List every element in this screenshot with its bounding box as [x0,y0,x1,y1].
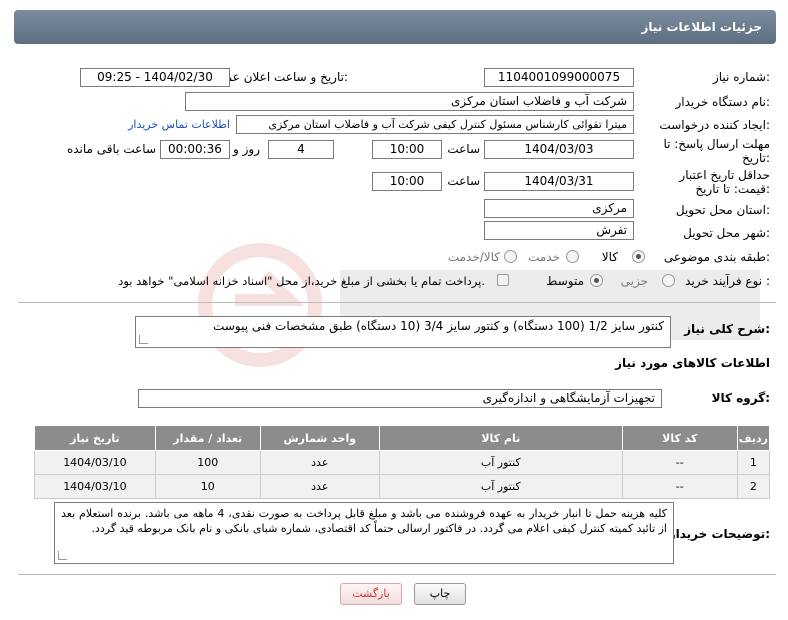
table-row: 2 -- کنتور آب عدد 10 1404/03/10 [34,474,771,499]
row-number: 1 [736,450,771,475]
reply-days-field: 4 [268,140,334,159]
section-divider [18,302,776,303]
category-label: طبقه بندی موضوعی: [663,250,770,264]
remaining-time-label: ساعت باقی مانده [66,142,156,156]
price-validity-label: حداقل تاریخ اعتبار قیمت: تا تاریخ: [679,168,770,196]
category-goods-radio[interactable] [632,250,645,263]
delivery-city-label: شهر محل تحویل: [683,226,770,240]
category-goods-label: کالا [601,250,618,264]
delivery-city-field: تفرش [484,221,634,240]
col-unit-header: واحد شمارش [259,425,380,451]
goods-group-label: گروه کالا: [711,391,770,405]
items-table: ردیف کد کالا نام کالا واحد شمارش تعداد /… [34,425,771,499]
treasury-bonds-note: پرداخت تمام یا بخشی از مبلغ خرید،از محل … [118,274,485,288]
row-number: 2 [736,474,771,499]
description-label: شرح کلی نیاز: [684,322,770,336]
col-row-header: ردیف [736,425,771,451]
category-goods-service-radio[interactable] [504,250,517,263]
purchase-type-label: نوع فرآیند خرید : [685,274,770,288]
item-quantity: 100 [154,450,261,475]
print-button[interactable]: چاپ [414,583,466,605]
item-need-date: 1404/03/10 [34,450,156,475]
reply-days-label: روز و [233,142,260,156]
need-number-field: 1104001099000075 [484,68,634,87]
reply-deadline-label: مهلت ارسال پاسخ: تا تاریخ: [663,137,770,165]
col-date-header: تاریخ نیاز [34,425,156,451]
back-button[interactable]: بازگشت [340,583,402,605]
delivery-province-label: استان محل تحویل: [675,203,770,217]
buyer-notes-label: توضیحات خریدار: [668,527,770,541]
table-header-row: ردیف کد کالا نام کالا واحد شمارش تعداد /… [34,425,771,451]
col-code-header: کد کالا [621,425,738,451]
need-number-label: شماره نیاز: [712,70,770,84]
item-name: کنتور آب [378,450,623,475]
reply-time-label: ساعت [447,142,480,156]
purchase-medium-radio[interactable] [590,274,603,287]
page-title: جزئیات اطلاعات نیاز [641,20,762,34]
delivery-province-field: مرکزی [484,199,634,218]
buyer-org-label: نام دستگاه خریدار: [675,95,771,109]
buyer-contact-link[interactable]: اطلاعات تماس خریدار [128,118,230,131]
item-need-date: 1404/03/10 [34,474,156,499]
table-row: 1 -- کنتور آب عدد 100 1404/03/10 [34,450,771,475]
requester-label: ایجاد کننده درخواست: [659,118,770,132]
category-goods-service-label: کالا/خدمت [447,250,500,264]
category-service-radio[interactable] [566,250,579,263]
purchase-minor-radio[interactable] [662,274,675,287]
buyer-notes-textarea[interactable]: کلیه هزینه حمل تا انبار خریدار به عهده ف… [54,502,674,564]
item-unit: عدد [259,474,380,499]
announce-date-field: 1404/02/30 - 09:25 [80,68,230,87]
item-quantity: 10 [154,474,261,499]
requester-field: میترا تقوائی کارشناس مسئول کنترل کیفی شر… [236,115,634,134]
items-section-title: اطلاعات کالاهای مورد نیاز [615,356,770,370]
goods-group-field: تجهیزات آزمایشگاهی و اندازه‌گیری [138,389,662,408]
purchase-minor-label: جزیی [620,274,648,288]
footer-divider [18,574,776,575]
buyer-org-field: شرکت آب و فاضلاب استان مرکزی [185,92,634,111]
item-name: کنتور آب [378,474,623,499]
item-unit: عدد [259,450,380,475]
remaining-time-field: 00:00:36 [160,140,230,159]
treasury-bonds-checkbox[interactable] [497,274,509,286]
price-validity-time: 10:00 [372,172,442,191]
price-validity-time-label: ساعت [447,174,480,188]
col-qty-header: تعداد / مقدار [154,425,261,451]
description-textarea[interactable]: کنتور سایز 1/2 (100 دستگاه) و کنتور سایز… [135,316,671,348]
reply-deadline-time: 10:00 [372,140,442,159]
category-service-label: خدمت [528,250,560,264]
page-header: جزئیات اطلاعات نیاز [14,10,776,44]
purchase-medium-label: متوسط [546,274,584,288]
item-code: -- [621,450,738,475]
price-validity-date: 1404/03/31 [484,172,634,191]
col-name-header: نام کالا [378,425,623,451]
reply-deadline-date: 1404/03/03 [484,140,634,159]
item-code: -- [621,474,738,499]
